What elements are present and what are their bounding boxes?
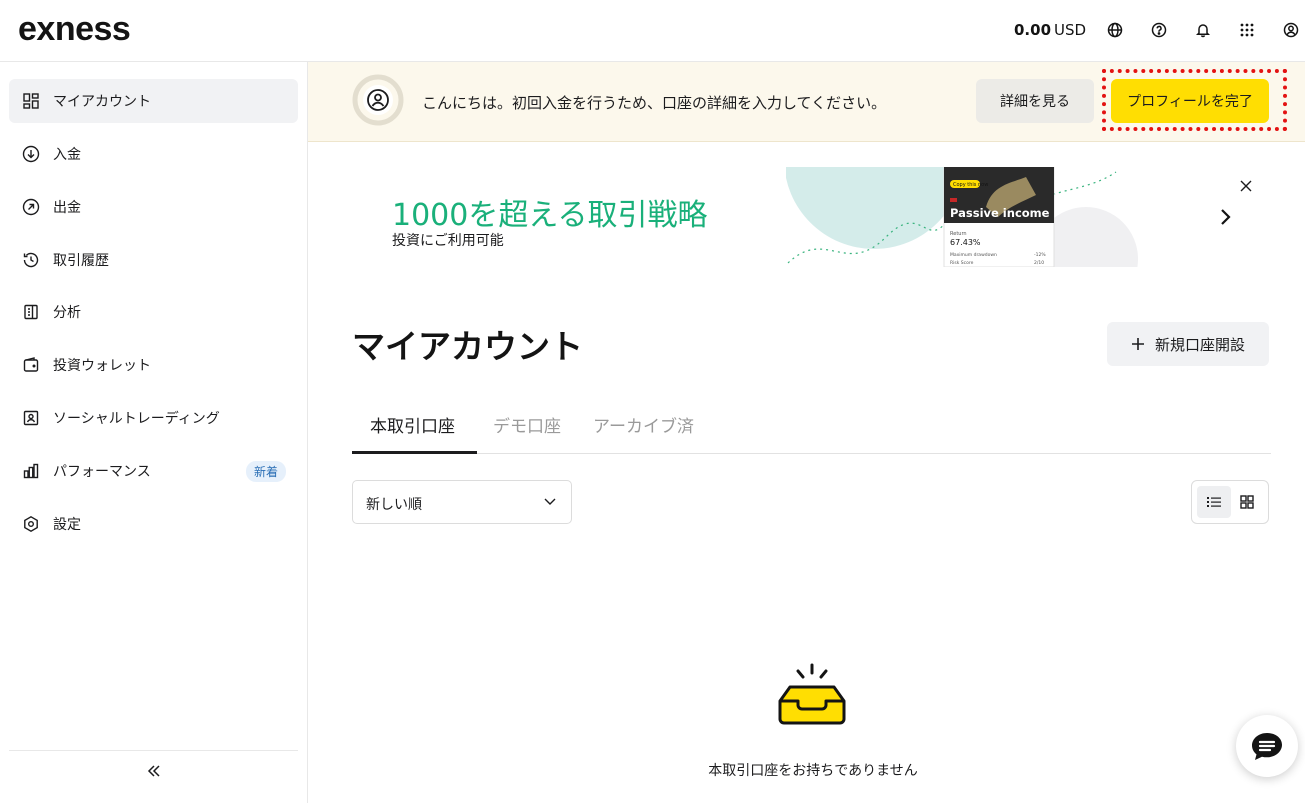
promo-subtitle: 投資にご利用可能	[392, 233, 504, 249]
profile-notice-banner: こんにちは。初回入金を行うため、口座の詳細を入力してください。 詳細を見る プロ…	[308, 62, 1305, 142]
promo-title[interactable]: 1000を超える取引戦略	[392, 190, 707, 234]
card-drawdown-value: -12%	[1034, 252, 1046, 258]
new-badge: 新着	[245, 460, 286, 482]
sidebar: マイアカウント 入金 出金 取引履歴 分析 投資ウォレット ソーシャルトレーディ…	[0, 62, 308, 803]
empty-inbox-icon	[776, 662, 848, 728]
close-icon[interactable]	[1236, 176, 1256, 196]
card-strategy-name: Passive income	[950, 206, 1050, 220]
balance-currency: USD	[1054, 21, 1087, 39]
sidebar-item-social-trading[interactable]: ソーシャルトレーディング	[9, 396, 298, 440]
performance-icon	[21, 461, 41, 481]
sidebar-item-withdraw[interactable]: 出金	[9, 185, 298, 229]
double-chevron-left-icon[interactable]	[143, 760, 165, 782]
chevron-down-icon	[543, 495, 557, 509]
sidebar-item-analytics[interactable]: 分析	[9, 290, 298, 334]
help-icon[interactable]	[1149, 20, 1169, 40]
view-toggle	[1191, 480, 1269, 524]
chat-bubble-icon	[1252, 733, 1282, 760]
dashboard-icon	[21, 91, 41, 111]
profile-progress-icon	[352, 74, 404, 126]
page-title: マイアカウント	[352, 327, 583, 366]
promo-illustration[interactable]: Copy this now Passive income Return 67.4…	[786, 167, 1141, 267]
tab-archived[interactable]: アーカイブ済	[593, 412, 694, 437]
settings-icon	[21, 514, 41, 534]
chevron-right-icon[interactable]	[1214, 205, 1236, 229]
analytics-icon	[21, 302, 41, 322]
history-icon	[21, 250, 41, 270]
sidebar-item-label: 出金	[53, 200, 81, 216]
sidebar-item-deposit[interactable]: 入金	[9, 132, 298, 176]
sidebar-item-label: 分析	[53, 305, 81, 321]
sidebar-item-label: パフォーマンス	[53, 464, 151, 480]
card-tag: Copy this now	[953, 182, 988, 188]
sidebar-divider	[9, 750, 298, 751]
sidebar-item-performance[interactable]: パフォーマンス 新着	[9, 449, 298, 493]
card-drawdown-label: Maximum drawdown	[950, 252, 997, 258]
tab-demo-accounts[interactable]: デモ口座	[493, 412, 561, 437]
empty-state-message: 本取引口座をお持ちでありません	[708, 763, 918, 779]
exness-logo[interactable]: exness	[18, 10, 131, 49]
sort-dropdown[interactable]: 新しい順	[352, 480, 572, 524]
apps-grid-icon[interactable]	[1237, 20, 1257, 40]
tab-real-accounts[interactable]: 本取引口座	[370, 412, 455, 437]
deposit-icon	[21, 144, 41, 164]
card-return-value: 67.43%	[950, 238, 981, 247]
sidebar-item-label: ソーシャルトレーディング	[53, 411, 220, 427]
open-new-account-button[interactable]: 新規口座開設	[1107, 322, 1269, 366]
top-bar: exness 0.00 USD	[0, 0, 1305, 62]
sidebar-item-label: 投資ウォレット	[53, 358, 151, 374]
sidebar-item-label: 設定	[53, 517, 81, 533]
sidebar-item-label: 取引履歴	[53, 253, 109, 269]
user-icon[interactable]	[1281, 20, 1301, 40]
grid-view-icon[interactable]	[1230, 486, 1264, 518]
sidebar-item-wallet[interactable]: 投資ウォレット	[9, 343, 298, 387]
card-return-label: Return	[950, 231, 967, 237]
sidebar-item-label: 入金	[53, 147, 81, 163]
view-details-button[interactable]: 詳細を見る	[976, 79, 1094, 123]
globe-icon[interactable]	[1105, 20, 1125, 40]
sort-selected-value: 新しい順	[366, 497, 422, 513]
sidebar-item-my-account[interactable]: マイアカウント	[9, 79, 298, 123]
notice-message: こんにちは。初回入金を行うため、口座の詳細を入力してください。	[422, 94, 887, 112]
sidebar-item-settings[interactable]: 設定	[9, 502, 298, 546]
wallet-icon	[21, 355, 41, 375]
complete-profile-button[interactable]: プロフィールを完了	[1111, 79, 1269, 123]
list-view-icon[interactable]	[1197, 486, 1231, 518]
account-tabs: 本取引口座 デモ口座 アーカイブ済	[352, 392, 1271, 454]
chat-support-button[interactable]	[1236, 715, 1298, 777]
balance-amount: 0.00	[1014, 21, 1052, 39]
sidebar-item-history[interactable]: 取引履歴	[9, 238, 298, 282]
card-risk-value: 2/10	[1034, 260, 1044, 266]
active-tab-indicator	[352, 451, 477, 454]
withdraw-icon	[21, 197, 41, 217]
card-risk-label: Risk Score	[950, 260, 974, 266]
bell-icon[interactable]	[1193, 20, 1213, 40]
plus-icon	[1131, 338, 1144, 350]
open-new-account-label: 新規口座開設	[1154, 335, 1245, 354]
social-trading-icon	[21, 408, 41, 428]
sidebar-item-label: マイアカウント	[53, 94, 151, 110]
balance-display[interactable]: 0.00 USD	[1014, 21, 1086, 39]
